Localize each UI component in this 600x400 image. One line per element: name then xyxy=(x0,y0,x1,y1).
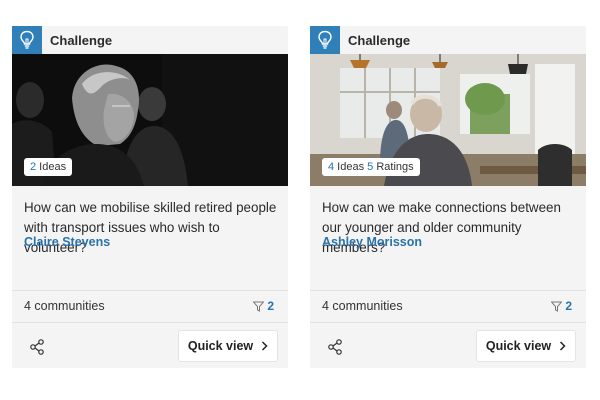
divider xyxy=(310,290,586,291)
author-link[interactable]: Ashley Morisson xyxy=(322,235,422,249)
filter-count-value: 2 xyxy=(267,299,274,313)
share-icon[interactable] xyxy=(326,338,344,356)
quick-view-button[interactable]: Quick view xyxy=(178,330,278,362)
card-header: Challenge xyxy=(12,26,288,54)
quick-view-button[interactable]: Quick view xyxy=(476,330,576,362)
divider xyxy=(12,322,288,323)
card-type-label: Challenge xyxy=(50,33,113,48)
author-link[interactable]: Claire Stevens xyxy=(24,235,110,249)
ideas-ratings-badge: 4 Ideas 5 Ratings xyxy=(322,158,420,176)
chevron-right-icon xyxy=(262,341,268,351)
filter-icon xyxy=(253,301,265,312)
divider xyxy=(12,290,288,291)
card-image[interactable]: 2 Ideas xyxy=(12,54,288,186)
challenge-card[interactable]: Challenge 4 Ideas 5 Ratings How can we m… xyxy=(310,26,586,368)
lightbulb-icon xyxy=(310,26,340,54)
quick-view-label: Quick view xyxy=(485,339,552,353)
card-title[interactable]: How can we mobilise skilled retired peop… xyxy=(24,198,282,258)
card-type-label: Challenge xyxy=(348,33,411,48)
lightbulb-icon xyxy=(12,26,42,54)
share-icon[interactable] xyxy=(28,338,46,356)
card-image[interactable]: 4 Ideas 5 Ratings xyxy=(310,54,586,186)
chevron-right-icon xyxy=(560,341,566,351)
challenge-card[interactable]: Challenge 2 Ideas How can we mobilise sk… xyxy=(12,26,288,368)
filter-count-value: 2 xyxy=(565,299,572,313)
filter-count[interactable]: 2 xyxy=(551,299,572,313)
communities-count: 4 communities xyxy=(24,299,105,313)
filter-icon xyxy=(551,301,563,312)
quick-view-label: Quick view xyxy=(187,339,254,353)
communities-count: 4 communities xyxy=(322,299,403,313)
ideas-count-badge: 2 Ideas xyxy=(24,158,73,176)
filter-count[interactable]: 2 xyxy=(253,299,274,313)
card-title[interactable]: How can we make connections between our … xyxy=(322,198,580,258)
card-header: Challenge xyxy=(310,26,586,54)
divider xyxy=(310,322,586,323)
